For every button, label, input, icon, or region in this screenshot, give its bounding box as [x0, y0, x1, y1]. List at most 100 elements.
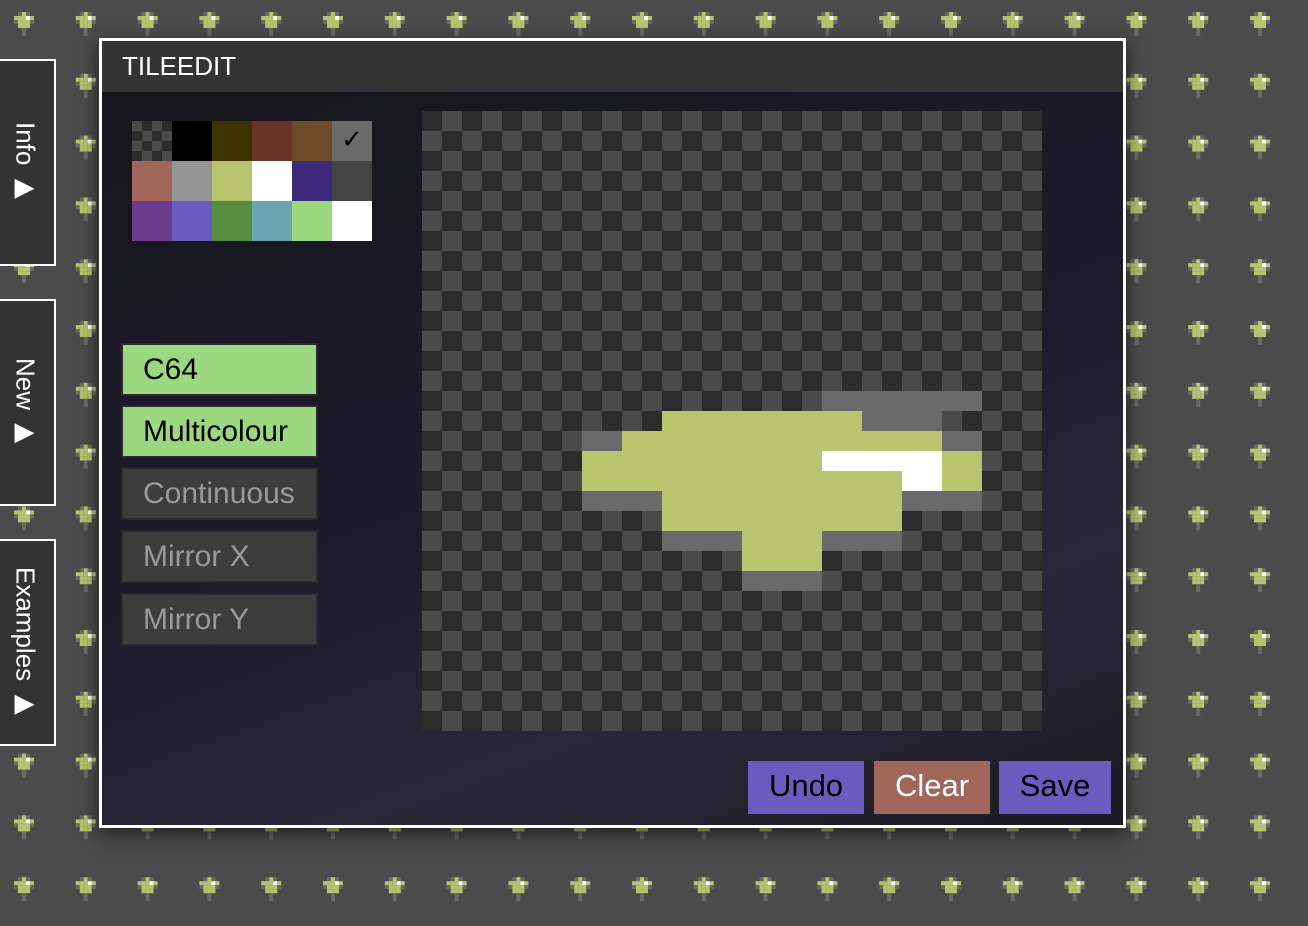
tile-pixel	[622, 491, 662, 511]
tile-pixel	[822, 431, 862, 451]
tile-pixel	[782, 571, 822, 591]
palette-swatch[interactable]	[172, 161, 212, 201]
tile-pixel	[582, 491, 622, 511]
multicolour-toggle[interactable]: Multicolour	[121, 405, 318, 458]
tile-pixel	[782, 531, 822, 551]
tile-pixel	[942, 431, 982, 451]
tab-examples[interactable]: Examples ▶	[0, 539, 56, 746]
window-title: TILEEDIT	[102, 41, 1123, 92]
tile-pixel	[742, 511, 782, 531]
tile-pixel	[822, 391, 862, 411]
palette-swatch[interactable]	[292, 161, 332, 201]
tile-pixel	[742, 531, 782, 551]
tab-info-label: Info ▶	[10, 122, 41, 203]
tile-pixel	[702, 431, 742, 451]
tile-pixel	[942, 391, 982, 411]
tile-pixel	[782, 431, 822, 451]
tile-pixel	[782, 451, 822, 471]
tile-pixel	[822, 451, 862, 471]
mirror-y-toggle[interactable]: Mirror Y	[121, 593, 318, 646]
tile-pixel	[742, 431, 782, 451]
tile-pixel	[702, 531, 742, 551]
tile-pixel	[662, 411, 702, 431]
tile-pixel	[942, 491, 982, 511]
tile-pixel	[662, 431, 702, 451]
tile-pixel	[742, 471, 782, 491]
tile-pixel	[862, 451, 902, 471]
tile-pixel	[782, 511, 822, 531]
tile-pixel	[622, 451, 662, 471]
tile-pixel	[902, 491, 942, 511]
tile-pixel	[782, 471, 822, 491]
tileedit-window: TILEEDIT ✓ C64 Multicolour Continuous Mi…	[99, 38, 1126, 828]
mirror-x-toggle[interactable]: Mirror X	[121, 530, 318, 583]
tile-pixel	[902, 411, 942, 431]
tile-pixel	[622, 431, 662, 451]
palette-swatch[interactable]	[332, 161, 372, 201]
tab-new[interactable]: New ▶	[0, 299, 56, 506]
tile-pixel	[822, 411, 862, 431]
color-palette: ✓	[132, 121, 372, 241]
tile-pixel	[662, 511, 702, 531]
palette-swatch[interactable]	[252, 201, 292, 241]
palette-swatch[interactable]	[252, 121, 292, 161]
palette-swatch[interactable]	[172, 201, 212, 241]
tile-pixel	[582, 471, 622, 491]
tile-pixel	[782, 551, 822, 571]
tile-pixel	[862, 471, 902, 491]
tile-pixel	[942, 451, 982, 471]
tile-pixel	[862, 431, 902, 451]
palette-swatch[interactable]	[212, 161, 252, 201]
tile-pixel	[702, 491, 742, 511]
tile-pixel	[742, 491, 782, 511]
tile-pixel	[862, 491, 902, 511]
tile-pixel	[822, 531, 862, 551]
palette-swatch[interactable]	[332, 201, 372, 241]
palette-swatch[interactable]: ✓	[332, 121, 372, 161]
tile-pixel	[702, 411, 742, 431]
tile-pixel	[742, 451, 782, 471]
tile-pixel	[662, 471, 702, 491]
tile-pixel	[702, 451, 742, 471]
tab-examples-label: Examples ▶	[10, 566, 41, 719]
tile-pixel	[582, 431, 622, 451]
palette-swatch[interactable]	[212, 201, 252, 241]
tile-pixel	[822, 511, 862, 531]
palette-swatch[interactable]	[212, 121, 252, 161]
undo-button[interactable]: Undo	[748, 761, 864, 814]
tile-canvas[interactable]	[422, 111, 1042, 731]
tile-pixel	[742, 411, 782, 431]
c64-toggle[interactable]: C64	[121, 343, 318, 396]
tab-info[interactable]: Info ▶	[0, 59, 56, 266]
clear-button[interactable]: Clear	[874, 761, 990, 814]
tile-pixel	[862, 531, 902, 551]
tile-pixel	[622, 471, 662, 491]
palette-swatch[interactable]	[252, 161, 292, 201]
save-button[interactable]: Save	[999, 761, 1111, 814]
continuous-toggle[interactable]: Continuous	[121, 467, 318, 520]
palette-swatch[interactable]	[132, 201, 172, 241]
tile-pixel	[862, 411, 902, 431]
palette-swatch[interactable]	[172, 121, 212, 161]
tile-pixel	[742, 551, 782, 571]
tile-pixel	[742, 571, 782, 591]
tile-pixel	[702, 471, 742, 491]
palette-swatch[interactable]	[292, 121, 332, 161]
tile-pixel	[782, 411, 822, 431]
tile-pixel	[862, 391, 902, 411]
tile-pixel	[822, 491, 862, 511]
tile-pixel	[782, 491, 822, 511]
tile-pixel	[902, 391, 942, 411]
selected-check-icon: ✓	[341, 124, 363, 154]
tile-pixel	[942, 471, 982, 491]
tile-pixel	[822, 471, 862, 491]
tile-pixel	[702, 511, 742, 531]
tile-pixel	[662, 451, 702, 471]
palette-swatch[interactable]	[132, 161, 172, 201]
palette-swatch[interactable]	[132, 121, 172, 161]
palette-swatch[interactable]	[292, 201, 332, 241]
tile-pixel	[902, 431, 942, 451]
tile-pixel	[662, 531, 702, 551]
tile-pixel	[862, 511, 902, 531]
tile-pixel	[662, 491, 702, 511]
